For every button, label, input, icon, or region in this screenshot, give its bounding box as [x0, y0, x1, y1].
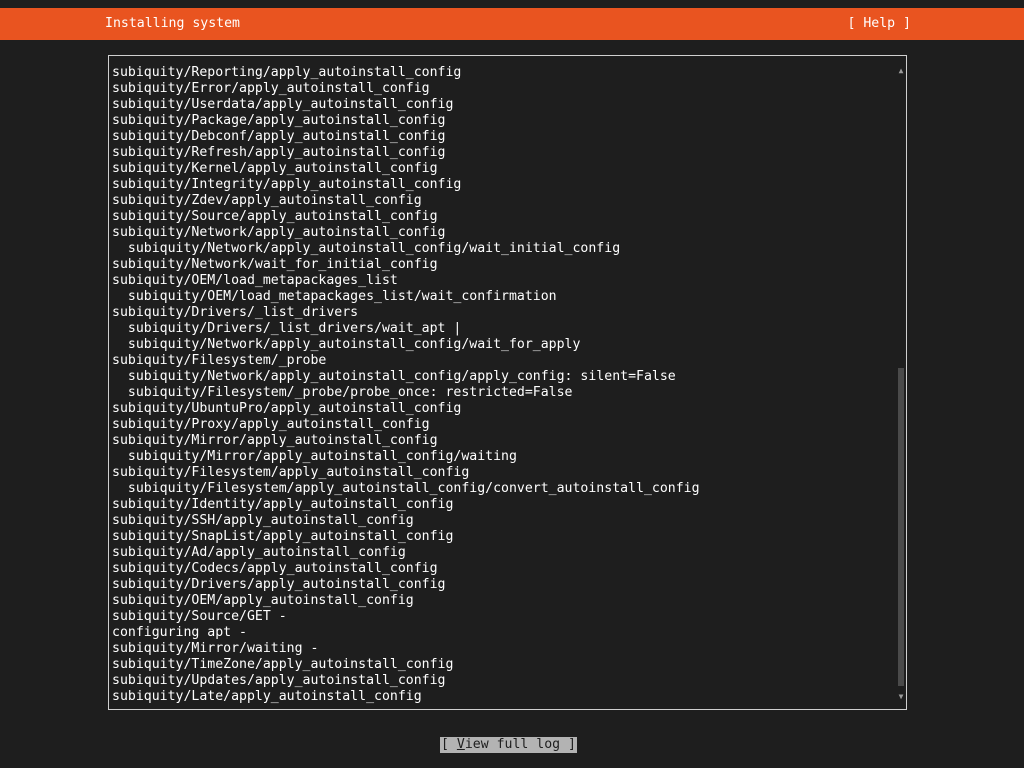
log-line: subiquity/TimeZone/apply_autoinstall_con…	[112, 657, 454, 672]
log-line: subiquity/Network/wait_for_initial_confi…	[112, 257, 438, 272]
log-line: subiquity/OEM/load_metapackages_list/wai…	[112, 289, 557, 304]
log-line: subiquity/Identity/apply_autoinstall_con…	[112, 497, 454, 512]
log-line: subiquity/Drivers/_list_drivers/wait_apt…	[112, 321, 462, 336]
log-line: subiquity/Integrity/apply_autoinstall_co…	[112, 177, 462, 192]
view-log-bracket-open: [	[441, 737, 457, 752]
log-line: subiquity/Updates/apply_autoinstall_conf…	[112, 673, 446, 688]
log-line: subiquity/Source/apply_autoinstall_confi…	[112, 209, 438, 224]
log-line: subiquity/Kernel/apply_autoinstall_confi…	[112, 161, 438, 176]
log-line: subiquity/Userdata/apply_autoinstall_con…	[112, 97, 454, 112]
log-line: subiquity/Network/apply_autoinstall_conf…	[112, 337, 581, 352]
log-line: configuring apt -	[112, 625, 247, 640]
log-line: subiquity/Network/apply_autoinstall_conf…	[112, 369, 676, 384]
view-full-log-button[interactable]: [ View full log ]	[440, 737, 577, 753]
top-strip	[0, 0, 1024, 8]
log-line: subiquity/Codecs/apply_autoinstall_confi…	[112, 561, 438, 576]
log-line: subiquity/Package/apply_autoinstall_conf…	[112, 113, 446, 128]
log-line: subiquity/Drivers/_list_drivers	[112, 305, 359, 320]
log-line: subiquity/Filesystem/_probe	[112, 353, 327, 368]
log-line: subiquity/Drivers/apply_autoinstall_conf…	[112, 577, 446, 592]
log-line: subiquity/Debconf/apply_autoinstall_conf…	[112, 129, 446, 144]
help-button[interactable]: [ Help ]	[847, 16, 911, 32]
log-line: subiquity/Filesystem/apply_autoinstall_c…	[112, 465, 470, 480]
log-line: subiquity/Error/apply_autoinstall_config	[112, 81, 430, 96]
install-log-panel[interactable]: subiquity/Reporting/apply_autoinstall_co…	[108, 55, 907, 710]
log-line: subiquity/SSH/apply_autoinstall_config	[112, 513, 414, 528]
log-line: subiquity/Mirror/apply_autoinstall_confi…	[112, 433, 438, 448]
log-line: subiquity/Ad/apply_autoinstall_config	[112, 545, 406, 560]
page-title: Installing system	[105, 16, 240, 31]
log-line: subiquity/Source/GET -	[112, 609, 287, 624]
log-line: subiquity/Reporting/apply_autoinstall_co…	[112, 65, 462, 80]
log-line: subiquity/Refresh/apply_autoinstall_conf…	[112, 145, 446, 160]
log-line: subiquity/Network/apply_autoinstall_conf…	[112, 241, 621, 256]
installer-screen: Installing system [ Help ] subiquity/Rep…	[0, 0, 1024, 768]
log-line: subiquity/OEM/apply_autoinstall_config	[112, 593, 414, 608]
log-line: subiquity/Network/apply_autoinstall_conf…	[112, 225, 446, 240]
log-line: subiquity/Late/apply_autoinstall_config	[112, 689, 422, 704]
scroll-up-arrow-icon[interactable]: ▲	[897, 66, 905, 76]
log-line: subiquity/Zdev/apply_autoinstall_config	[112, 193, 422, 208]
log-line: subiquity/SnapList/apply_autoinstall_con…	[112, 529, 454, 544]
view-log-hotkey: V	[456, 737, 465, 752]
view-log-label: iew full log ]	[464, 737, 576, 752]
log-line: subiquity/Filesystem/_probe/probe_once: …	[112, 385, 573, 400]
log-line: subiquity/OEM/load_metapackages_list	[112, 273, 398, 288]
log-list: subiquity/Reporting/apply_autoinstall_co…	[112, 65, 892, 705]
log-line: subiquity/Mirror/waiting -	[112, 641, 319, 656]
log-line: subiquity/UbuntuPro/apply_autoinstall_co…	[112, 401, 462, 416]
title-bar: Installing system [ Help ]	[0, 8, 1024, 40]
scroll-thumb[interactable]	[898, 368, 904, 686]
log-line: subiquity/Mirror/apply_autoinstall_confi…	[112, 449, 517, 464]
log-line: subiquity/Proxy/apply_autoinstall_config	[112, 417, 430, 432]
log-line: subiquity/Filesystem/apply_autoinstall_c…	[112, 481, 700, 496]
log-scrollbar[interactable]: ▲ ▼	[897, 66, 905, 702]
scroll-down-arrow-icon[interactable]: ▼	[897, 692, 905, 702]
